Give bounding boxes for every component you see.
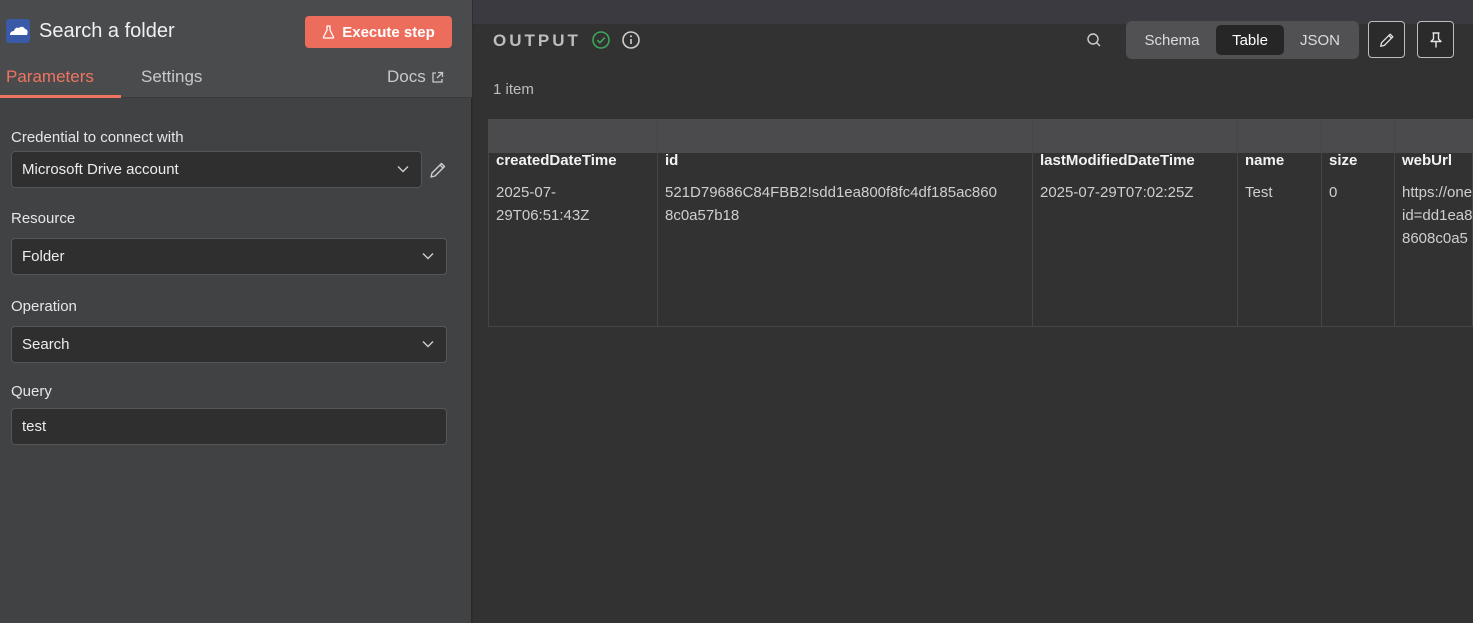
cell-size: 0 <box>1329 184 1338 201</box>
execute-step-label: Execute step <box>342 23 435 41</box>
panel-tabs: Parameters Settings Docs <box>0 58 472 98</box>
operation-label: Operation <box>11 298 77 315</box>
column-divider <box>1394 119 1395 327</box>
pencil-icon <box>1379 33 1393 47</box>
view-table-button[interactable]: Table <box>1216 25 1284 55</box>
cell-line: https://one <box>1402 184 1473 201</box>
column-header-createdDateTime[interactable]: createdDateTime <box>496 152 617 169</box>
edit-output-button[interactable] <box>1368 21 1405 58</box>
resource-value: Folder <box>22 248 65 265</box>
chevron-down-icon <box>422 253 434 260</box>
execute-step-button[interactable]: Execute step <box>305 16 452 48</box>
column-divider <box>657 119 658 327</box>
cell-line: 8608c0a5 <box>1402 230 1468 247</box>
cell-webUrl: https://one id=dd1ea8 8608c0a5 <box>1402 181 1473 250</box>
table-row <box>488 153 1473 327</box>
view-json-button[interactable]: JSON <box>1286 25 1354 55</box>
column-header-lastModifiedDateTime[interactable]: lastModifiedDateTime <box>1040 152 1195 169</box>
resource-select[interactable]: Folder <box>11 238 447 275</box>
active-tab-indicator <box>0 95 121 98</box>
column-header-size[interactable]: size <box>1329 152 1357 169</box>
operation-select[interactable]: Search <box>11 326 447 363</box>
info-icon[interactable] <box>621 30 641 50</box>
cell-line: id=dd1ea8 <box>1402 207 1473 224</box>
item-count: 1 item <box>493 81 534 98</box>
cell-createdDateTime: 2025-07- 29T06:51:43Z <box>496 181 589 227</box>
cell-line: 2025-07- <box>496 184 557 201</box>
view-schema-button[interactable]: Schema <box>1130 25 1214 55</box>
credential-value: Microsoft Drive account <box>22 161 179 178</box>
column-header-name[interactable]: name <box>1245 152 1284 169</box>
tab-parameters[interactable]: Parameters <box>6 67 94 87</box>
cell-line: 8c0a57b18 <box>665 207 740 224</box>
output-panel: OUTPUT Schema Table JSON 1 item createdD… <box>473 0 1473 623</box>
panel-header: Search a folder Execute step Parameters … <box>0 0 472 98</box>
cell-id: 521D79686C84FBB2!sdd1ea800f8fc4df185ac86… <box>665 181 997 227</box>
credential-label: Credential to connect with <box>11 129 184 146</box>
chevron-down-icon <box>422 341 434 348</box>
query-value: test <box>22 418 47 435</box>
cell-line: 521D79686C84FBB2!sdd1ea800f8fc4df185ac86… <box>665 184 997 201</box>
node-title: Search a folder <box>39 20 175 42</box>
parameters-panel: Search a folder Execute step Parameters … <box>0 0 472 623</box>
credential-select[interactable]: Microsoft Drive account <box>11 151 422 188</box>
chevron-down-icon <box>397 166 409 173</box>
flask-icon <box>322 25 335 39</box>
cell-lastModifiedDateTime: 2025-07-29T07:02:25Z <box>1040 184 1194 201</box>
cell-name: Test <box>1245 184 1273 201</box>
tab-settings[interactable]: Settings <box>141 67 202 87</box>
pin-output-button[interactable] <box>1417 21 1454 58</box>
column-header-webUrl[interactable]: webUrl <box>1402 152 1452 169</box>
docs-link[interactable]: Docs <box>387 67 444 87</box>
column-divider <box>1237 119 1238 327</box>
resource-label: Resource <box>11 210 76 227</box>
external-link-icon <box>432 71 443 83</box>
onedrive-icon <box>6 19 30 43</box>
query-label: Query <box>11 383 52 400</box>
table-header <box>488 119 1473 153</box>
column-header-id[interactable]: id <box>665 152 678 169</box>
column-divider <box>1032 119 1033 327</box>
query-input[interactable]: test <box>11 408 447 445</box>
pin-icon <box>1429 31 1442 47</box>
column-divider <box>1321 119 1322 327</box>
output-title: OUTPUT <box>493 31 581 50</box>
view-switcher: Schema Table JSON <box>1126 21 1359 59</box>
docs-label: Docs <box>387 67 426 86</box>
operation-value: Search <box>22 336 70 353</box>
success-check-icon <box>592 31 610 49</box>
cell-line: 29T06:51:43Z <box>496 207 590 224</box>
search-icon[interactable] <box>1086 32 1102 48</box>
edit-credential-icon[interactable] <box>428 160 448 180</box>
